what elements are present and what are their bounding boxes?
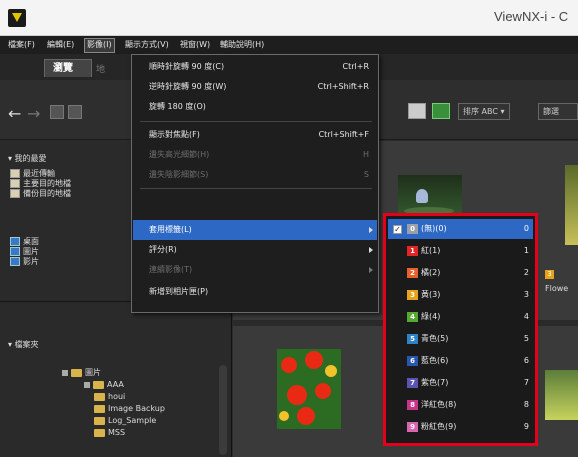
folder-tree-item[interactable]: MSS — [94, 428, 125, 437]
thumbnail-field[interactable] — [545, 370, 578, 420]
expand-icon[interactable] — [84, 381, 90, 388]
menu-help[interactable]: 輔助說明(H) — [218, 38, 266, 53]
submenu-arrow-icon — [369, 227, 373, 233]
label-swatch: 8 — [407, 400, 418, 410]
show-focus-point-item[interactable]: 顯示對焦點(F) Ctrl+Shift+F — [133, 125, 377, 145]
menu-edit[interactable]: 編輯(E) — [45, 38, 76, 53]
thumbnail-poppies[interactable] — [277, 349, 341, 429]
thumbnail-caption: Flowe — [545, 284, 569, 293]
folder-icon — [94, 428, 105, 437]
folder-tree-item[interactable]: Image Backup — [94, 404, 165, 413]
image-menu-dropdown: 順時針旋轉 90 度(C) Ctrl+R 逆時針旋轉 90 度(W) Ctrl+Sh… — [131, 54, 379, 313]
rotate-cw-item[interactable]: 順時針旋轉 90 度(C) Ctrl+R — [133, 57, 377, 77]
folder-icon — [93, 380, 104, 389]
label-option-4[interactable]: 4 綠(4) 4 — [388, 307, 533, 327]
tab-browse[interactable]: 瀏覽 — [44, 59, 92, 77]
folder-icon — [94, 392, 105, 401]
label-submenu: ✓ 0 (無)(0) 0 1 紅(1) 1 2 橘(2) 2 3 黃(3) 3 … — [383, 213, 538, 446]
title-bar: ViewNX-i - C — [0, 0, 578, 36]
folder-icon — [94, 404, 105, 413]
lost-shadow-item[interactable]: 遺失陰影細節(S) S — [133, 165, 377, 185]
label-option-2[interactable]: 2 橘(2) 2 — [388, 263, 533, 283]
label-option-6[interactable]: 6 藍色(6) 6 — [388, 351, 533, 371]
label-swatch: 2 — [407, 268, 418, 278]
label-swatch: 9 — [407, 422, 418, 432]
lost-highlight-item[interactable]: 遺失高光細節(H) H — [133, 145, 377, 165]
folder-tree-item[interactable]: 圖片 — [62, 367, 101, 378]
favorite-folder-icon — [10, 179, 20, 188]
label-swatch: 7 — [407, 378, 418, 388]
favorite-item[interactable]: 備份目的地檔 — [10, 188, 71, 199]
folder-tree-item[interactable]: Log_Sample — [94, 416, 156, 425]
view-mode-icon[interactable] — [408, 103, 426, 119]
label-option-9[interactable]: 9 粉紅色(9) 9 — [388, 417, 533, 437]
folder-tree-item[interactable]: houi — [94, 392, 125, 401]
filter-dropdown[interactable]: 篩選 — [538, 103, 578, 120]
thumbnail-mode-icon[interactable] — [432, 103, 450, 119]
videos-icon — [10, 257, 20, 266]
label-option-5[interactable]: 5 青色(5) 5 — [388, 329, 533, 349]
folder-tree-item[interactable]: AAA — [84, 380, 124, 389]
submenu-arrow-icon — [369, 247, 373, 253]
favorite-folder-icon — [10, 169, 20, 178]
expand-icon[interactable] — [62, 369, 68, 376]
check-icon: ✓ — [393, 225, 402, 234]
label-swatch: 1 — [407, 246, 418, 256]
toolbar-grid-icon[interactable] — [68, 105, 82, 119]
label-swatch: 0 — [407, 224, 418, 234]
label-option-3[interactable]: 3 黃(3) 3 — [388, 285, 533, 305]
label-option-8[interactable]: 8 洋紅色(8) 8 — [388, 395, 533, 415]
label-swatch: 6 — [407, 356, 418, 366]
favorite-folder-icon — [10, 189, 20, 198]
label-swatch: 5 — [407, 334, 418, 344]
menu-separator — [140, 121, 372, 122]
submenu-arrow-icon — [369, 267, 373, 273]
add-to-photo-tray-item[interactable]: 新增到相片匣(P) — [133, 282, 377, 302]
special-folder-item[interactable]: 影片 — [10, 256, 39, 267]
rotate-ccw-item[interactable]: 逆時針旋轉 90 度(W) Ctrl+Shift+R — [133, 77, 377, 97]
label-swatch: 4 — [407, 312, 418, 322]
favorites-header[interactable]: ▾ 我的最愛 — [8, 153, 47, 164]
forward-arrow-icon[interactable]: → — [27, 104, 40, 123]
menu-window[interactable]: 視窗(W) — [178, 38, 212, 53]
folder-scrollbar[interactable] — [219, 365, 227, 455]
menu-image[interactable]: 影像(I) — [84, 38, 115, 53]
menu-view[interactable]: 顯示方式(V) — [123, 38, 171, 53]
folder-icon — [71, 368, 82, 377]
window-title: ViewNX-i - C — [494, 9, 569, 24]
label-badge: 3 — [545, 270, 554, 279]
folder-icon — [94, 416, 105, 425]
back-arrow-icon[interactable]: ← — [8, 104, 21, 123]
thumbnail-flower[interactable] — [565, 165, 578, 245]
tab-map[interactable]: 地 — [96, 62, 105, 75]
sort-dropdown[interactable]: 排序 ABC ▾ — [458, 103, 510, 120]
folders-header[interactable]: ▾ 檔案夾 — [8, 339, 39, 350]
label-swatch: 3 — [407, 290, 418, 300]
toolbar-folder-icon[interactable] — [50, 105, 64, 119]
pictures-icon — [10, 247, 20, 256]
menu-file[interactable]: 檔案(F) — [6, 38, 37, 53]
apply-label-item[interactable]: 套用標籤(L) — [133, 220, 377, 240]
label-option-7[interactable]: 7 紫色(7) 7 — [388, 373, 533, 393]
sequence-item[interactable]: 連續影像(T) — [133, 260, 377, 280]
rotate-180-item[interactable]: 旋轉 180 度(O) — [133, 97, 377, 117]
label-option-1[interactable]: 1 紅(1) 1 — [388, 241, 533, 261]
menu-separator — [140, 188, 372, 189]
app-logo-icon — [8, 9, 26, 27]
label-option-0[interactable]: ✓ 0 (無)(0) 0 — [388, 219, 533, 239]
rating-item[interactable]: 評分(R) — [133, 240, 377, 260]
desktop-icon — [10, 237, 20, 246]
menu-bar: 檔案(F) 編輯(E) 影像(I) 顯示方式(V) 視窗(W) 輔助說明(H) — [0, 36, 578, 54]
